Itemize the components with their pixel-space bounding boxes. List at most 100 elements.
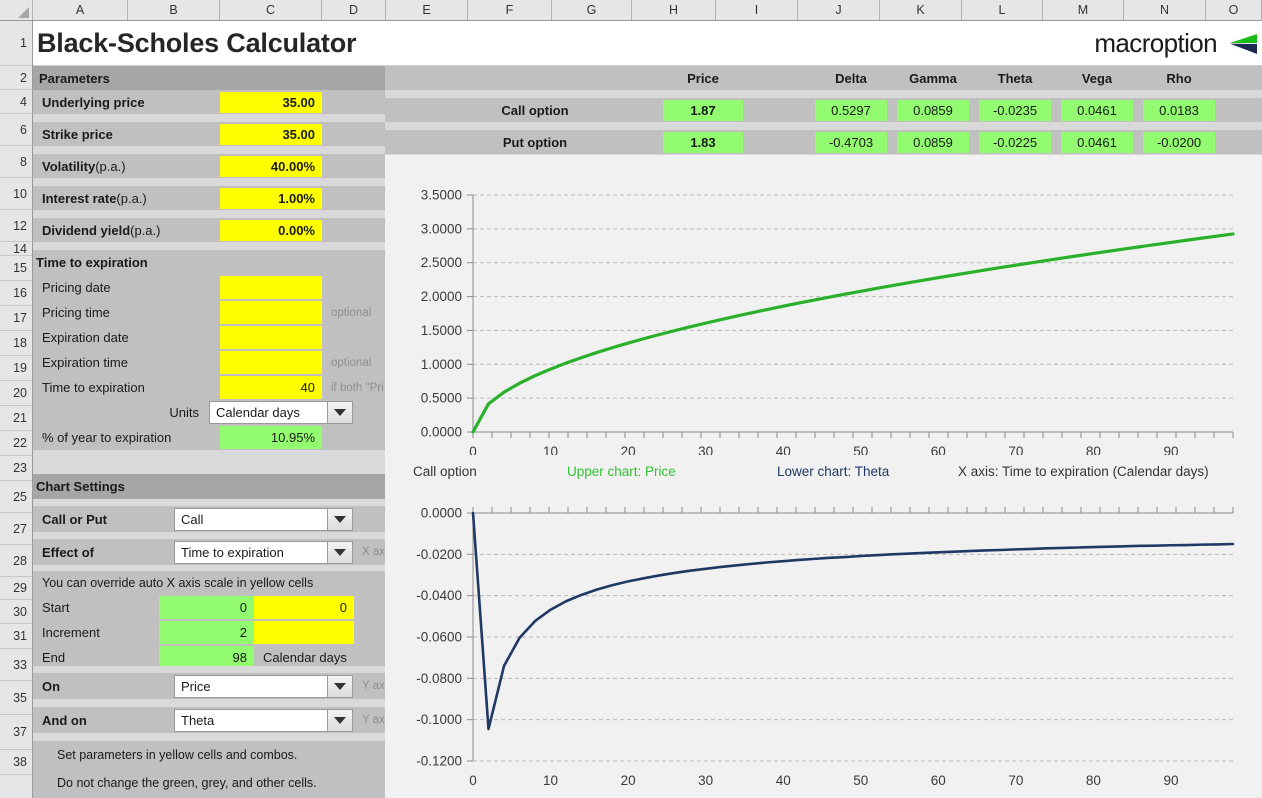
row-header-37[interactable]: 37 [0,715,32,750]
param-input-0[interactable]: 35.00 [220,92,322,113]
results-header-delta: Delta [835,70,867,86]
time-input-1[interactable] [220,301,322,324]
chart-settings-section-header: Chart Settings [33,474,385,499]
row-header-1[interactable]: 1 [0,21,32,66]
y-tick-label: 2.0000 [421,289,462,304]
row-header-8[interactable]: 8 [0,146,32,178]
row-header-30[interactable]: 30 [0,600,32,624]
column-header-k[interactable]: K [880,0,962,20]
row-header-28[interactable]: 28 [0,545,32,577]
column-header-c[interactable]: C [220,0,322,20]
units-combo[interactable]: Calendar days [209,401,353,424]
scale-label-1: Increment [42,625,100,640]
on-combo[interactable]: Price [174,675,353,698]
effect-of-combo-value: Time to expiration [181,545,284,560]
column-header-m[interactable]: M [1043,0,1124,20]
brand-name: macroption [1094,28,1217,58]
pct-year-value: 10.95% [220,426,322,449]
and-on-combo[interactable]: Theta [174,709,353,732]
row-header-14[interactable]: 14 [0,242,32,256]
parameters-section-header: Parameters [33,66,385,90]
call-or-put-combo[interactable]: Call [174,508,353,531]
legend-option-type: Call option [413,463,477,479]
help-line-1: Do not change the green, grey, and other… [57,776,317,790]
row-header-16[interactable]: 16 [0,281,32,306]
row-header-27[interactable]: 27 [0,513,32,545]
row-header-10[interactable]: 10 [0,178,32,210]
time-input-3[interactable] [220,351,322,374]
results-theta-0: -0.0235 [979,100,1051,121]
time-input-0[interactable] [220,276,322,299]
row-header-19[interactable]: 19 [0,356,32,381]
effect-of-combo[interactable]: Time to expiration [174,541,353,564]
x-tick-label: 20 [621,444,636,455]
chevron-down-icon[interactable] [327,402,352,423]
x-tick-label: 70 [1008,444,1023,455]
column-header-e[interactable]: E [386,0,468,20]
title-row: Black-Scholes Calculator macroption [33,21,1262,66]
select-all-triangle-icon [18,7,29,18]
param-input-4[interactable]: 0.00% [220,220,322,241]
results-row-label-0: Call option [501,102,569,118]
time-input-2[interactable] [220,326,322,349]
results-separator-1 [385,122,1262,130]
time-input-4[interactable]: 40 [220,376,322,399]
column-header-b[interactable]: B [128,0,220,20]
excel-worksheet: ABCDEFGHIJKLMNO 1 2 4 6 8 10 12 14 15 16 17 18 19 20 2… [0,0,1262,798]
row-header-4[interactable]: 4 [0,90,32,114]
row-separator-7 [33,565,385,571]
row-header-2[interactable]: 2 [0,66,32,90]
column-header-h[interactable]: H [632,0,716,20]
param-input-2[interactable]: 40.00% [220,156,322,177]
param-label-suffix-3: (p.a.) [116,190,147,206]
upper-chart-canvas: 0.0000 0.5000 1.0000 1.5000 2.0000 2.5000 3.00… [421,188,1235,459]
row-header-12[interactable]: 12 [0,210,32,242]
column-header-f[interactable]: F [468,0,552,20]
column-header-g[interactable]: G [552,0,632,20]
chevron-down-icon[interactable] [327,509,352,530]
param-label-suffix-2: (p.a.) [95,158,126,174]
chevron-down-icon[interactable] [327,676,352,697]
y-tick-label: -0.1200 [416,754,462,769]
row-header-17[interactable]: 17 [0,306,32,331]
column-header-d[interactable]: D [322,0,386,20]
column-header-n[interactable]: N [1124,0,1206,20]
on-combo-value: Price [181,679,211,694]
row-header-29[interactable]: 29 [0,577,32,600]
row-header-33[interactable]: 33 [0,649,32,681]
pct-year-label: % of year to expiration [42,430,172,445]
row-header-35[interactable]: 35 [0,681,32,715]
row-header-31[interactable]: 31 [0,624,32,649]
row-header-38[interactable]: 38 [0,750,32,775]
x-tick-label: 10 [543,773,558,788]
results-delta-0: 0.5297 [815,100,887,121]
column-header-i[interactable]: I [716,0,798,20]
row-header-25[interactable]: 25 [0,481,32,513]
row-header-21[interactable]: 21 [0,406,32,431]
param-label-2: Volatility (p.a.) [36,154,216,178]
column-header-a[interactable]: A [33,0,128,20]
chevron-down-icon[interactable] [327,710,352,731]
chevron-down-icon[interactable] [327,542,352,563]
and-on-combo-value: Theta [181,713,215,728]
param-input-3[interactable]: 1.00% [220,188,322,209]
param-label-1: Strike price [36,122,216,146]
row-header-15[interactable]: 15 [0,256,32,281]
select-all-corner[interactable] [0,0,33,20]
param-input-1[interactable]: 35.00 [220,124,322,145]
time-group-header: Time to expiration [33,250,385,275]
row-header-6[interactable]: 6 [0,114,32,146]
results-row-label-1: Put option [502,134,568,150]
row-header-22[interactable]: 22 [0,431,32,456]
sheet-body: Black-Scholes Calculator macroption Para… [33,21,1262,798]
scale-override-0[interactable]: 0 [254,596,354,619]
column-header-l[interactable]: L [962,0,1043,20]
row-header-18[interactable]: 18 [0,331,32,356]
param-label-text-3: Interest rate [42,190,117,206]
row-header-20[interactable]: 20 [0,381,32,406]
scale-override-1[interactable] [254,621,354,644]
row-header-23[interactable]: 23 [0,456,32,481]
y-tick-label: 1.0000 [421,357,462,372]
column-header-o[interactable]: O [1206,0,1262,20]
column-header-j[interactable]: J [798,0,880,20]
